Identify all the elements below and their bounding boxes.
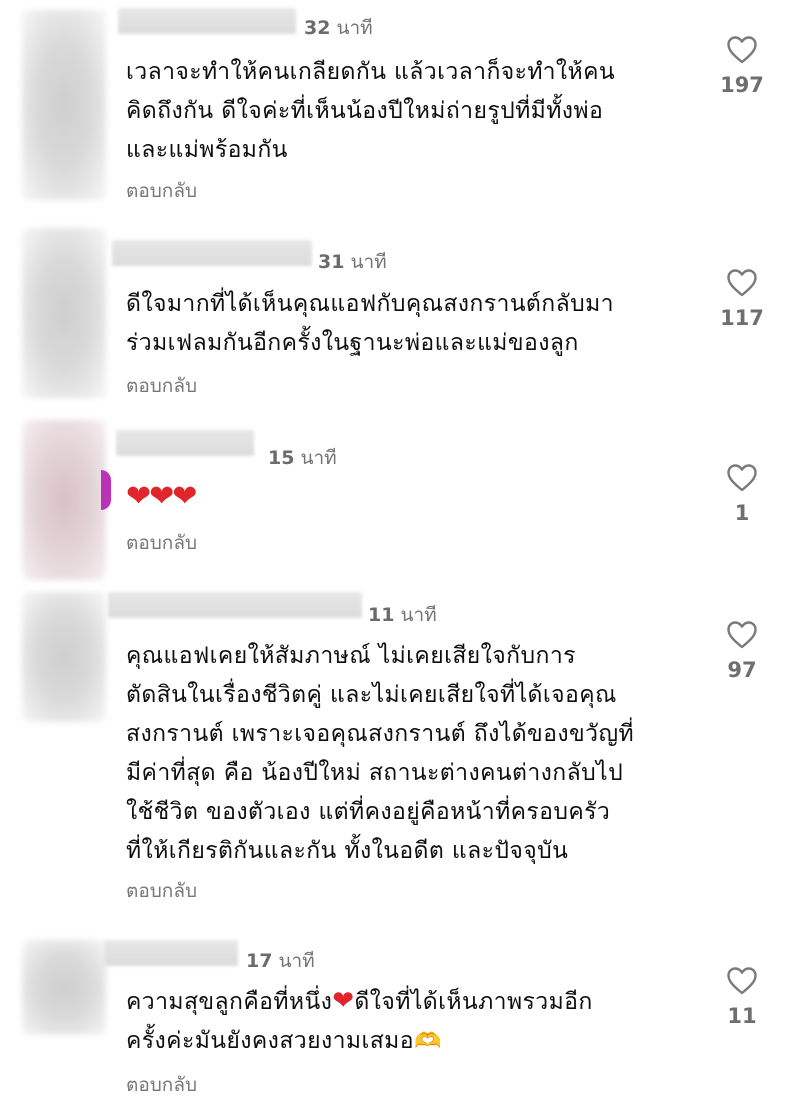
timestamp: 31 นาที (318, 251, 387, 273)
avatar[interactable] (22, 420, 106, 580)
like-button[interactable]: 97 (712, 620, 772, 682)
username-blurred[interactable] (108, 592, 362, 618)
story-ring (101, 470, 111, 510)
like-count: 1 (734, 501, 750, 525)
heart-outline-icon (727, 464, 757, 492)
avatar[interactable] (22, 228, 106, 398)
username-blurred[interactable] (116, 430, 254, 456)
like-count: 97 (727, 658, 757, 682)
heart-outline-icon (727, 967, 757, 995)
comment-text: คุณแอฟเคยให้สัมภาษณ์ ไม่เคยเสียใจกับการ … (126, 643, 635, 864)
timestamp: 15 นาที (268, 447, 337, 469)
avatar[interactable] (22, 940, 106, 1035)
timestamp: 11 นาที (368, 604, 437, 626)
reply-button[interactable]: ตอบกลับ (126, 1070, 197, 1100)
heart-hands-emoji: 🫶 (413, 1029, 442, 1054)
like-count: 117 (720, 306, 764, 330)
reply-button[interactable]: ตอบกลับ (126, 876, 197, 906)
heart-outline-icon (727, 621, 757, 649)
heart-outline-icon (727, 36, 757, 64)
reply-button[interactable]: ตอบกลับ (126, 176, 197, 206)
like-count: 11 (727, 1004, 757, 1028)
comment-text: ดีใจมากที่ได้เห็นคุณแอฟกับคุณสงกรานต์กลั… (126, 291, 614, 356)
avatar[interactable] (22, 10, 106, 200)
like-count: 197 (720, 73, 764, 97)
comment-text: ❤❤❤ (126, 477, 716, 519)
comment-text: ความสุขลูกคือที่หนึ่ง❤ดีใจที่ได้เห็นภาพร… (126, 986, 593, 1054)
red-heart-emoji: ❤ (332, 986, 355, 1016)
like-button[interactable]: 11 (712, 966, 772, 1028)
like-button[interactable]: 117 (712, 268, 772, 330)
heart-outline-icon (727, 269, 757, 297)
timestamp: 32 นาที (304, 17, 373, 39)
like-button[interactable]: 197 (712, 35, 772, 97)
timestamp: 17 นาที (246, 950, 315, 972)
reply-button[interactable]: ตอบกลับ (126, 528, 197, 558)
reply-button[interactable]: ตอบกลับ (126, 371, 197, 401)
avatar[interactable] (22, 592, 106, 722)
username-blurred[interactable] (112, 240, 312, 266)
username-blurred[interactable] (104, 940, 238, 966)
red-heart-emoji: ❤❤❤ (126, 479, 197, 514)
like-button[interactable]: 1 (712, 463, 772, 525)
username-blurred[interactable] (118, 8, 296, 34)
comment-text: เวลาจะทำให้คนเกลียดกัน แล้วเวลาก็จะทำให้… (126, 59, 615, 163)
